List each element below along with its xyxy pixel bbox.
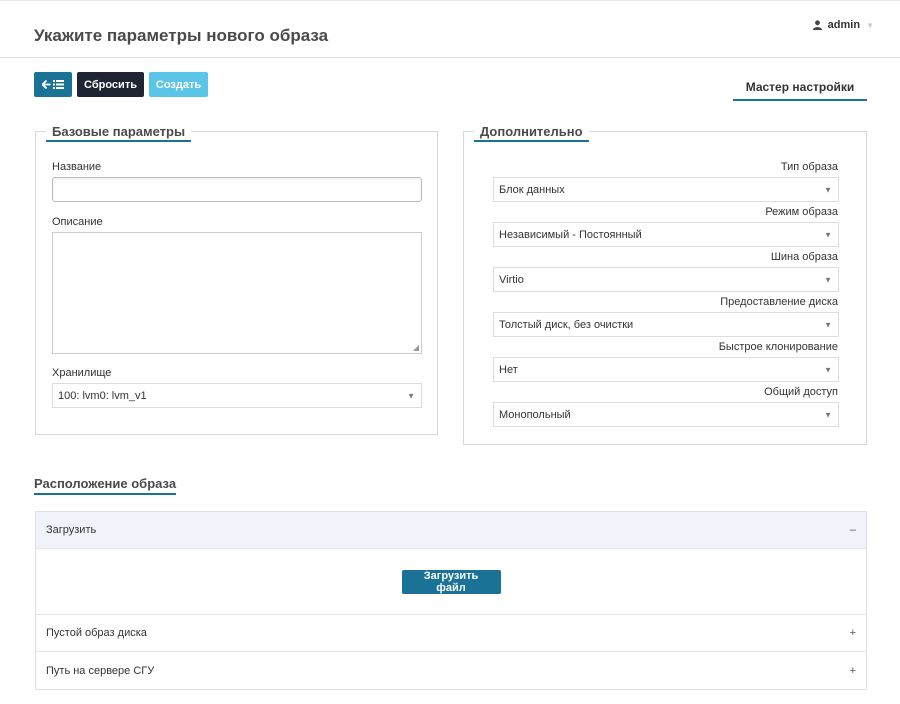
chevron-down-icon: ▼ xyxy=(866,20,874,30)
image-mode-label: Режим образа xyxy=(765,206,838,218)
accordion-server-path-label: Путь на сервере СГУ xyxy=(46,664,155,677)
shared-access-label: Общий доступ xyxy=(764,386,838,398)
storage-label: Хранилище xyxy=(52,367,112,379)
fast-clone-label: Быстрое клонирование xyxy=(718,341,838,353)
chevron-down-icon: ▼ xyxy=(407,391,415,400)
accordion-empty-image-label: Пустой образ диска xyxy=(46,627,147,639)
basic-params-legend: Базовые параметры xyxy=(46,124,192,142)
image-bus-label: Шина образа xyxy=(770,251,838,263)
image-location-accordion: Загрузить – Загрузить файл Пустой образ … xyxy=(35,511,867,690)
disk-provisioning-value: Толстый диск, без очистки xyxy=(499,318,634,331)
page-title: Укажите параметры нового образа xyxy=(34,26,329,45)
shared-access-select[interactable]: Монопольный ▼ xyxy=(493,402,839,427)
upload-file-button[interactable]: Загрузить файл xyxy=(401,569,501,594)
image-type-value: Блок данных xyxy=(499,183,565,196)
resize-handle-icon[interactable]: ◢ xyxy=(413,343,419,352)
collapse-icon: – xyxy=(849,524,856,536)
toolbar: Сбросить Создать xyxy=(34,72,208,97)
chevron-down-icon: ▼ xyxy=(824,365,832,374)
user-menu[interactable]: admin ▼ xyxy=(812,19,874,31)
tab-wizard[interactable]: Мастер настройки xyxy=(733,72,867,101)
name-input[interactable] xyxy=(52,177,422,202)
fast-clone-select[interactable]: Нет ▼ xyxy=(493,357,839,382)
accordion-upload-label: Загрузить xyxy=(46,524,97,536)
name-label: Название xyxy=(52,161,102,173)
description-textarea[interactable]: ◢ xyxy=(52,232,422,354)
image-bus-value: Virtio xyxy=(499,273,524,286)
chevron-down-icon: ▼ xyxy=(824,320,832,329)
description-label: Описание xyxy=(52,216,103,228)
chevron-down-icon: ▼ xyxy=(824,410,832,419)
accordion-empty-image-header[interactable]: Пустой образ диска + xyxy=(36,615,866,652)
chevron-down-icon: ▼ xyxy=(824,275,832,284)
expand-icon: + xyxy=(849,627,856,639)
chevron-down-icon: ▼ xyxy=(824,230,832,239)
top-bar: Укажите параметры нового образа admin ▼ xyxy=(0,0,900,58)
create-button[interactable]: Создать xyxy=(149,72,208,97)
fast-clone-value: Нет xyxy=(499,363,518,376)
image-location-title: Расположение образа xyxy=(34,476,177,495)
accordion-upload-header[interactable]: Загрузить – xyxy=(36,512,866,549)
reset-button[interactable]: Сбросить xyxy=(77,72,144,97)
accordion-server-path-header[interactable]: Путь на сервере СГУ + xyxy=(36,652,866,689)
image-bus-select[interactable]: Virtio ▼ xyxy=(493,267,839,292)
image-mode-value: Независимый - Постоянный xyxy=(499,228,642,241)
basic-params-panel: Базовые параметры Название Описание ◢ Хр… xyxy=(35,124,438,435)
image-type-label: Тип образа xyxy=(780,161,838,173)
image-mode-select[interactable]: Независимый - Постоянный ▼ xyxy=(493,222,839,247)
advanced-params-panel: Дополнительно Тип образа Блок данных ▼ Р… xyxy=(463,124,867,445)
list-icon xyxy=(53,80,64,89)
shared-access-value: Монопольный xyxy=(499,408,571,421)
chevron-down-icon: ▼ xyxy=(824,185,832,194)
expand-icon: + xyxy=(849,664,856,677)
user-icon xyxy=(812,20,822,30)
user-name: admin xyxy=(827,19,861,31)
arrow-left-icon xyxy=(42,80,51,89)
storage-select[interactable]: 100: lvm0: lvm_v1 ▼ xyxy=(52,383,422,408)
storage-select-value: 100: lvm0: lvm_v1 xyxy=(58,389,147,402)
image-type-select[interactable]: Блок данных ▼ xyxy=(493,177,839,202)
accordion-upload-body: Загрузить файл xyxy=(36,549,866,615)
disk-provisioning-select[interactable]: Толстый диск, без очистки ▼ xyxy=(493,312,839,337)
back-to-list-button[interactable] xyxy=(34,72,72,97)
disk-provisioning-label: Предоставление диска xyxy=(720,296,838,308)
advanced-params-legend: Дополнительно xyxy=(474,124,589,142)
